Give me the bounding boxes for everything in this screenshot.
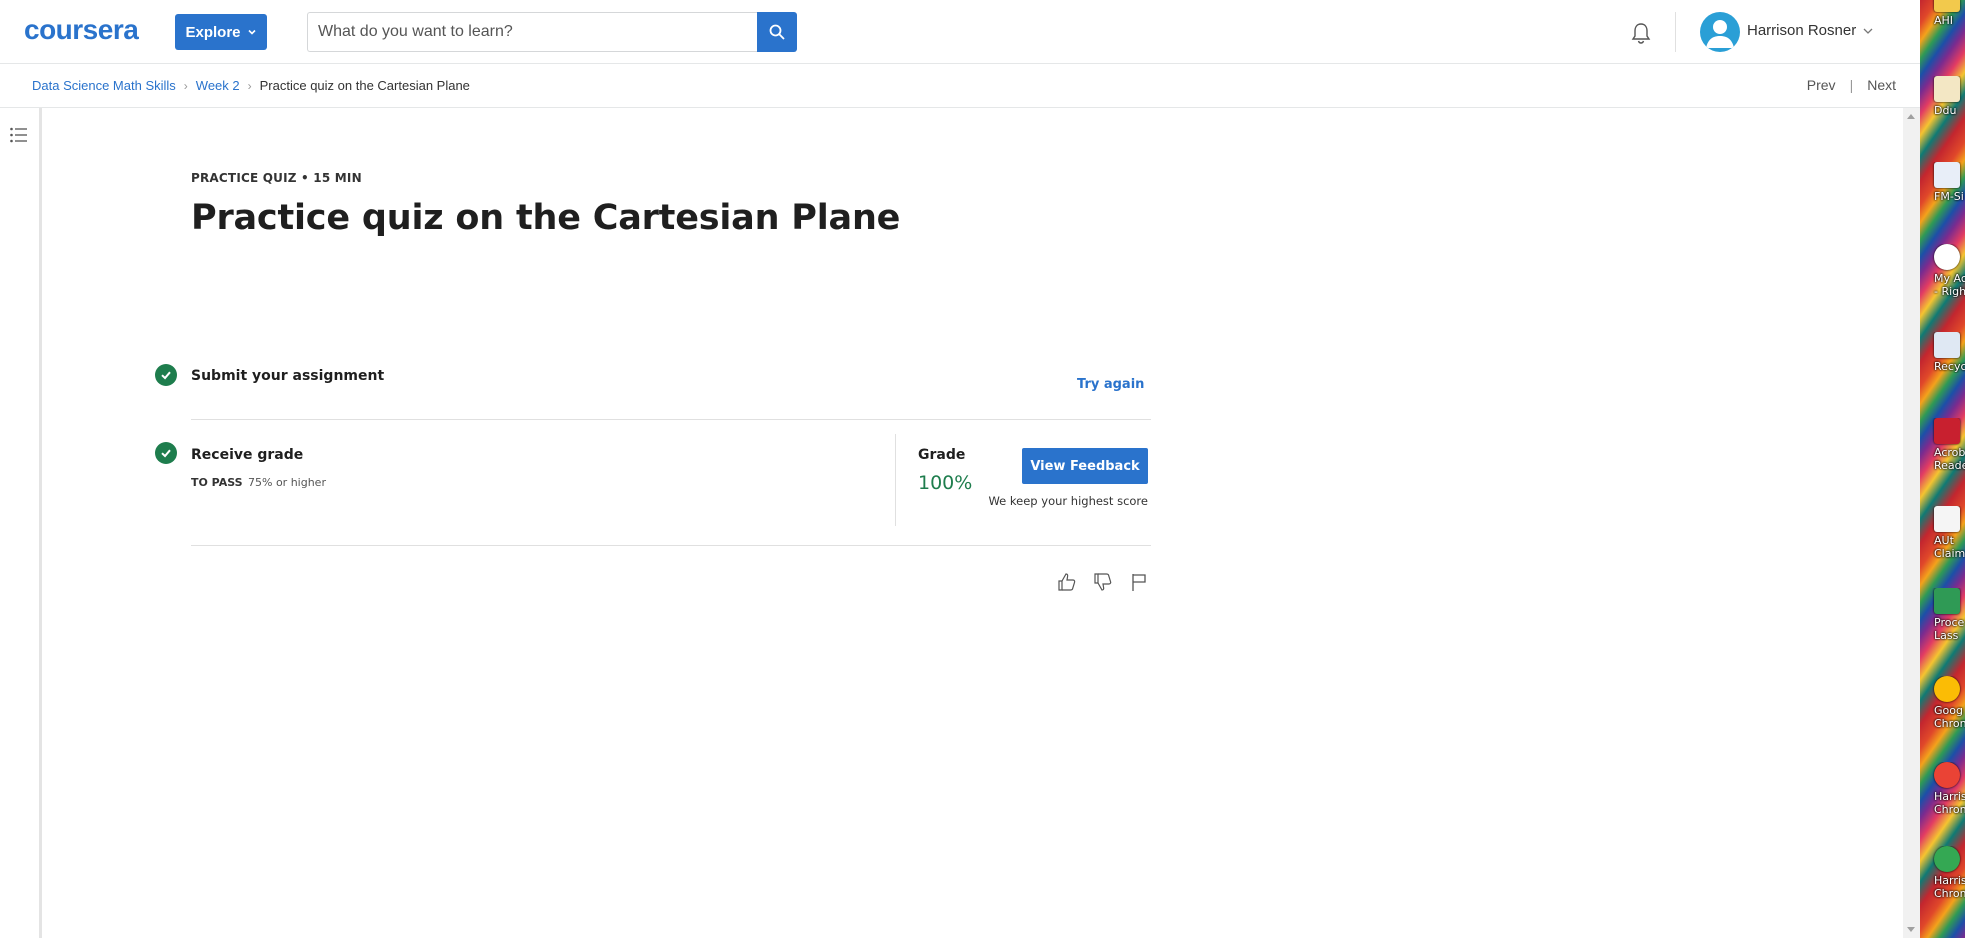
chrome-icon (1934, 676, 1960, 702)
explore-button[interactable]: Explore (175, 14, 267, 50)
chrome-icon (1934, 762, 1960, 788)
breadcrumb-course[interactable]: Data Science Math Skills (32, 78, 176, 93)
search-button[interactable] (757, 12, 797, 52)
search-placeholder: What do you want to learn? (318, 23, 513, 40)
desktop-shortcut[interactable]: Harris Chron (1922, 762, 1965, 816)
bell-icon[interactable] (1628, 20, 1654, 46)
flag-icon[interactable] (1128, 571, 1150, 593)
breadcrumb-bar: Data Science Math Skills › Week 2 › Prac… (0, 64, 1920, 108)
vertical-divider (895, 434, 896, 526)
submit-step-title: Submit your assignment (191, 368, 385, 384)
shortcut-icon (1934, 0, 1960, 12)
prev-link[interactable]: Prev (1807, 77, 1836, 93)
shortcut-icon (1934, 244, 1960, 270)
quiz-meta: PRACTICE QUIZ • 15 MIN (191, 171, 362, 185)
avatar[interactable] (1700, 12, 1740, 52)
nav-separator: | (1849, 77, 1854, 93)
shortcut-icon (1934, 162, 1960, 188)
desktop-shortcut[interactable]: AUt Claim (1922, 506, 1965, 560)
recycle-bin-icon (1934, 332, 1960, 358)
shortcut-icon (1934, 76, 1960, 102)
chevron-down-icon (247, 29, 256, 35)
thumbs-up-icon[interactable] (1056, 571, 1078, 593)
top-header: coursera Explore What do you want to lea… (0, 0, 1920, 64)
left-rail (0, 108, 42, 938)
check-circle-icon (155, 364, 177, 386)
search-input[interactable]: What do you want to learn? (307, 12, 759, 52)
divider (191, 419, 1151, 420)
scroll-down-arrow-icon[interactable] (1907, 927, 1915, 932)
next-link[interactable]: Next (1867, 77, 1896, 93)
highest-score-note: We keep your highest score (988, 494, 1148, 508)
desktop-shortcut[interactable]: HarrisChrom (1922, 846, 1965, 900)
user-menu[interactable]: Harrison Rosner (1747, 22, 1874, 39)
breadcrumb-current: Practice quiz on the Cartesian Plane (259, 78, 470, 93)
chart-icon (1934, 588, 1960, 614)
user-icon (1706, 20, 1734, 48)
reactions (1056, 571, 1150, 593)
chevron-right-icon: › (183, 78, 188, 93)
prev-next-nav: Prev | Next (1807, 77, 1896, 93)
view-feedback-button[interactable]: View Feedback (1022, 448, 1148, 484)
scrollbar[interactable] (1903, 108, 1920, 938)
chevron-right-icon: › (247, 78, 252, 93)
desktop-shortcut[interactable]: Proce Lass (1922, 588, 1965, 642)
document-icon (1934, 506, 1960, 532)
to-pass-label: TO PASS (191, 476, 243, 489)
desktop-shortcut[interactable]: FM-Si (1922, 162, 1965, 203)
desktop-background: AHI Ddu FM-Si My Acc- Right Recycle Acro… (1920, 0, 1965, 938)
to-pass-value: 75% or higher (248, 476, 326, 489)
grade-label: Grade (918, 447, 966, 463)
check-circle-icon (155, 442, 177, 464)
page-title: Practice quiz on the Cartesian Plane (191, 198, 901, 238)
breadcrumb-week[interactable]: Week 2 (196, 78, 240, 93)
desktop-shortcut[interactable]: Goog Chron (1922, 676, 1965, 730)
explore-label: Explore (185, 23, 241, 41)
breadcrumb: Data Science Math Skills › Week 2 › Prac… (32, 78, 470, 93)
grade-value: 100% (918, 472, 973, 494)
chrome-icon (1934, 846, 1960, 872)
chevron-down-icon (1863, 28, 1873, 34)
receive-step-title: Receive grade (191, 447, 304, 463)
scroll-up-arrow-icon[interactable] (1907, 114, 1915, 119)
header-divider (1675, 12, 1676, 52)
acrobat-icon (1934, 418, 1960, 444)
desktop-shortcut[interactable]: Recycle (1922, 332, 1965, 373)
try-again-link[interactable]: Try again (1077, 377, 1144, 392)
username: Harrison Rosner (1747, 22, 1857, 39)
desktop-shortcut[interactable]: My Acc- Right (1922, 244, 1965, 298)
coursera-logo[interactable]: coursera (24, 14, 139, 46)
desktop-shortcut[interactable]: AHI (1922, 0, 1965, 27)
list-toggle-icon[interactable] (8, 124, 30, 146)
search-icon (769, 24, 785, 40)
desktop-shortcut[interactable]: Acrob Reade (1922, 418, 1965, 472)
divider (191, 545, 1151, 546)
thumbs-down-icon[interactable] (1092, 571, 1114, 593)
desktop-shortcut[interactable]: Ddu (1922, 76, 1965, 117)
